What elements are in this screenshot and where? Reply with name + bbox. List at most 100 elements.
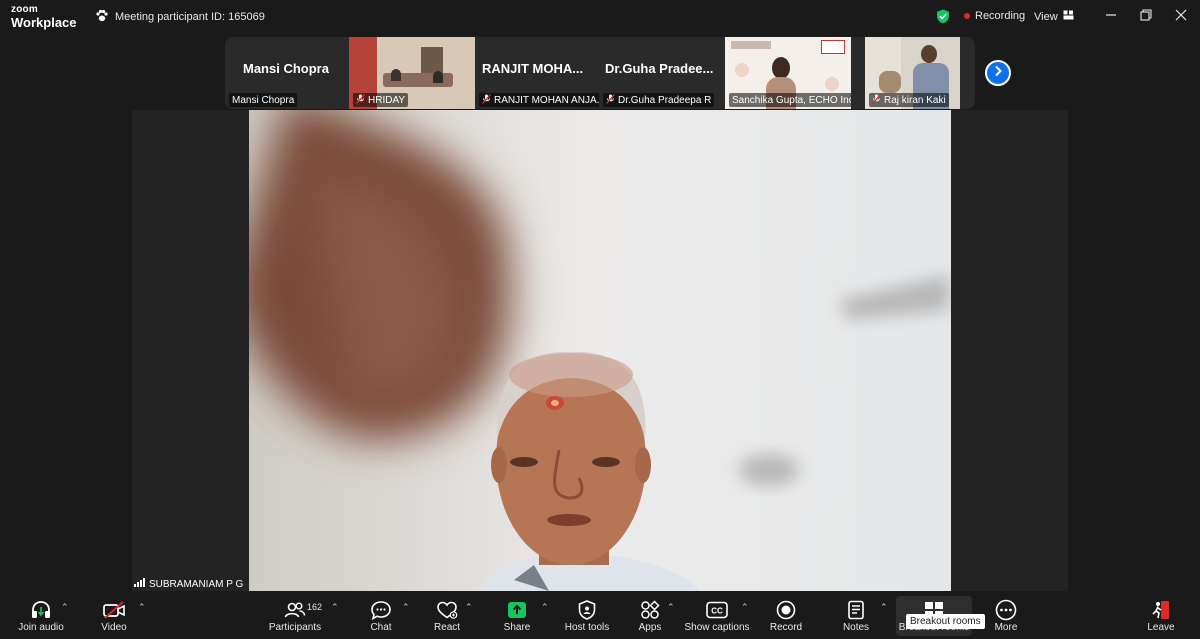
chat-options-chevron-up-icon[interactable]: ⌃ xyxy=(402,602,410,613)
video-button[interactable]: Video xyxy=(92,592,136,639)
headphones-icon xyxy=(30,599,52,621)
paw-icon xyxy=(95,9,109,25)
apps-button[interactable]: Apps xyxy=(632,592,668,639)
join-audio-button[interactable]: Join audio xyxy=(10,592,72,639)
participant-tile[interactable]: HRIDAY xyxy=(349,37,475,109)
mic-muted-icon xyxy=(356,93,365,107)
react-button[interactable]: React xyxy=(428,592,466,639)
host-tools-button[interactable]: Host tools xyxy=(560,592,614,639)
close-icon[interactable] xyxy=(1174,8,1188,22)
closed-captions-icon: CC xyxy=(706,599,728,621)
video-decoration xyxy=(825,77,839,91)
leave-button[interactable]: Leave xyxy=(1142,592,1180,639)
active-speaker-video[interactable] xyxy=(249,110,951,591)
restore-icon[interactable] xyxy=(1139,8,1153,22)
apps-label: Apps xyxy=(638,622,662,633)
participant-label: RANJIT MOHAN ANJA... xyxy=(479,93,599,107)
recording-indicator[interactable]: Recording xyxy=(964,10,1025,22)
notes-button[interactable]: Notes xyxy=(838,592,874,639)
participant-name: RANJIT MOHA... xyxy=(482,61,584,76)
zoom-workplace-logo: zoom Workplace xyxy=(11,4,77,30)
svg-text:CC: CC xyxy=(711,607,723,616)
leave-label: Leave xyxy=(1147,622,1175,633)
mic-muted-icon xyxy=(482,93,491,107)
logo-top-text: zoom xyxy=(11,4,38,15)
participant-label: Dr.Guha Pradeepa R xyxy=(603,93,715,107)
video-person xyxy=(879,71,901,93)
notes-icon xyxy=(847,599,865,621)
meeting-id-label: Meeting participant ID: 165069 xyxy=(115,11,265,23)
notes-label: Notes xyxy=(842,622,870,633)
participant-tile[interactable]: Sanchika Gupta, ECHO Ind... xyxy=(725,37,851,109)
echo-logo xyxy=(821,40,845,54)
chat-icon xyxy=(370,599,392,621)
heart-icon xyxy=(436,599,458,621)
mic-muted-icon xyxy=(606,93,615,107)
record-icon xyxy=(776,599,796,621)
more-label: More xyxy=(994,622,1018,633)
share-button[interactable]: Share xyxy=(498,592,536,639)
participant-label: HRIDAY xyxy=(353,93,409,107)
video-person xyxy=(391,69,401,81)
shield-icon xyxy=(578,599,596,621)
meeting-info[interactable]: Meeting participant ID: 165069 xyxy=(95,9,265,25)
breakout-rooms-tooltip: Breakout rooms xyxy=(906,614,985,629)
participant-label: Sanchika Gupta, ECHO Ind... xyxy=(729,93,851,107)
participants-label: Participants xyxy=(268,622,322,633)
participant-label: Mansi Chopra xyxy=(229,93,298,107)
record-button[interactable]: Record xyxy=(764,592,808,639)
record-label: Record xyxy=(769,622,803,633)
chevron-right-icon xyxy=(993,64,1003,82)
mic-muted-icon xyxy=(872,93,881,107)
participant-name: Mansi Chopra xyxy=(243,61,329,76)
participant-tile[interactable]: Dr.Guha Pradee... Dr.Guha Pradeepa R xyxy=(599,37,725,109)
speaker-name: SUBRAMANIAM P G xyxy=(149,578,244,590)
show-captions-button[interactable]: CC Show captions xyxy=(684,592,750,639)
recording-label: Recording xyxy=(975,10,1026,22)
chat-button[interactable]: Chat xyxy=(362,592,400,639)
notes-options-chevron-up-icon[interactable]: ⌃ xyxy=(880,602,888,613)
participant-label: Raj kiran Kaki xyxy=(869,93,949,107)
view-label: View xyxy=(1034,10,1058,23)
encryption-shield-icon[interactable] xyxy=(936,9,950,29)
active-speaker-label: SUBRAMANIAM P G xyxy=(134,577,243,591)
speaker-video-frame xyxy=(249,110,951,591)
show-captions-label: Show captions xyxy=(684,622,750,633)
participant-tile[interactable]: Mansi Chopra Mansi Chopra xyxy=(225,37,349,109)
video-decoration xyxy=(735,63,749,77)
apps-options-chevron-up-icon[interactable]: ⌃ xyxy=(667,602,675,613)
title-bar: zoom Workplace Meeting participant ID: 1… xyxy=(0,0,1200,34)
participant-tile[interactable]: Raj kiran Kaki xyxy=(865,37,960,109)
join-audio-label: Join audio xyxy=(18,622,64,633)
captions-options-chevron-up-icon[interactable]: ⌃ xyxy=(741,602,749,613)
video-options-chevron-up-icon[interactable]: ⌃ xyxy=(138,602,146,613)
participant-tile[interactable]: RANJIT MOHA... RANJIT MOHAN ANJA... xyxy=(475,37,599,109)
view-button[interactable]: View xyxy=(1034,10,1074,23)
audio-options-chevron-up-icon[interactable]: ⌃ xyxy=(61,602,69,613)
share-label: Share xyxy=(503,622,531,633)
video-label: Video xyxy=(101,622,127,633)
share-options-chevron-up-icon[interactable]: ⌃ xyxy=(541,602,549,613)
participants-count: 162 xyxy=(307,602,323,612)
host-tools-label: Host tools xyxy=(564,622,610,633)
participants-icon xyxy=(284,599,306,621)
signal-strength-icon xyxy=(134,578,145,590)
grid-view-icon xyxy=(1063,10,1074,23)
recording-dot-icon xyxy=(964,13,970,19)
participants-options-chevron-up-icon[interactable]: ⌃ xyxy=(331,602,339,613)
next-page-button[interactable] xyxy=(985,60,1011,86)
participant-thumbnail-strip: Mansi Chopra Mansi Chopra HRIDAY RANJIT … xyxy=(225,37,975,109)
logo-bottom-text: Workplace xyxy=(11,15,77,30)
more-button[interactable]: More xyxy=(986,592,1026,639)
participants-button[interactable]: Participants xyxy=(262,592,328,639)
video-off-icon xyxy=(103,599,125,621)
meeting-toolbar: Join audio ⌃ Video ⌃ Participants 162 ⌃ … xyxy=(0,592,1200,639)
video-person-head xyxy=(772,57,790,79)
participant-name: Dr.Guha Pradee... xyxy=(605,61,714,76)
minimize-icon[interactable] xyxy=(1104,8,1118,22)
more-icon xyxy=(995,599,1017,621)
react-options-chevron-up-icon[interactable]: ⌃ xyxy=(465,602,473,613)
leave-door-icon xyxy=(1151,599,1171,621)
video-banner xyxy=(731,41,771,49)
share-screen-icon xyxy=(507,599,527,621)
